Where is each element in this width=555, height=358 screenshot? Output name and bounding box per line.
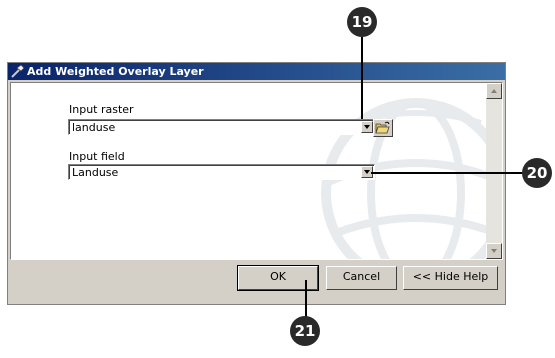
hammer-icon — [11, 64, 25, 83]
title-bar: Add Weighted Overlay Layer — [8, 63, 505, 80]
input-field-combo[interactable]: Landuse — [68, 164, 375, 180]
scroll-up-button[interactable] — [486, 83, 502, 99]
input-raster-value: landuse — [72, 121, 116, 134]
callout-21-leader — [305, 280, 307, 320]
input-field-value: Landuse — [72, 166, 119, 179]
dialog-title: Add Weighted Overlay Layer — [27, 65, 204, 78]
dialog-window: Add Weighted Overlay Layer Input raster … — [7, 62, 506, 305]
hide-help-button[interactable]: << Hide Help — [403, 266, 498, 290]
input-raster-label: Input raster — [69, 103, 134, 116]
input-raster-combo[interactable]: landuse — [68, 119, 375, 135]
cancel-button[interactable]: Cancel — [326, 266, 397, 290]
callout-21: 21 — [290, 316, 320, 346]
callout-20: 20 — [522, 158, 552, 188]
input-field-label: Input field — [69, 150, 125, 163]
browse-folder-button[interactable] — [373, 119, 393, 137]
open-folder-icon — [375, 121, 390, 134]
scroll-down-button[interactable] — [486, 243, 502, 259]
input-raster-dropdown-icon[interactable] — [361, 121, 373, 133]
vertical-scrollbar[interactable] — [486, 83, 502, 259]
dialog-content: Input raster landuse Input field Landuse — [10, 82, 503, 260]
callout-19-leader — [361, 37, 363, 119]
callout-19: 19 — [347, 7, 377, 37]
callout-20-leader — [371, 172, 529, 174]
